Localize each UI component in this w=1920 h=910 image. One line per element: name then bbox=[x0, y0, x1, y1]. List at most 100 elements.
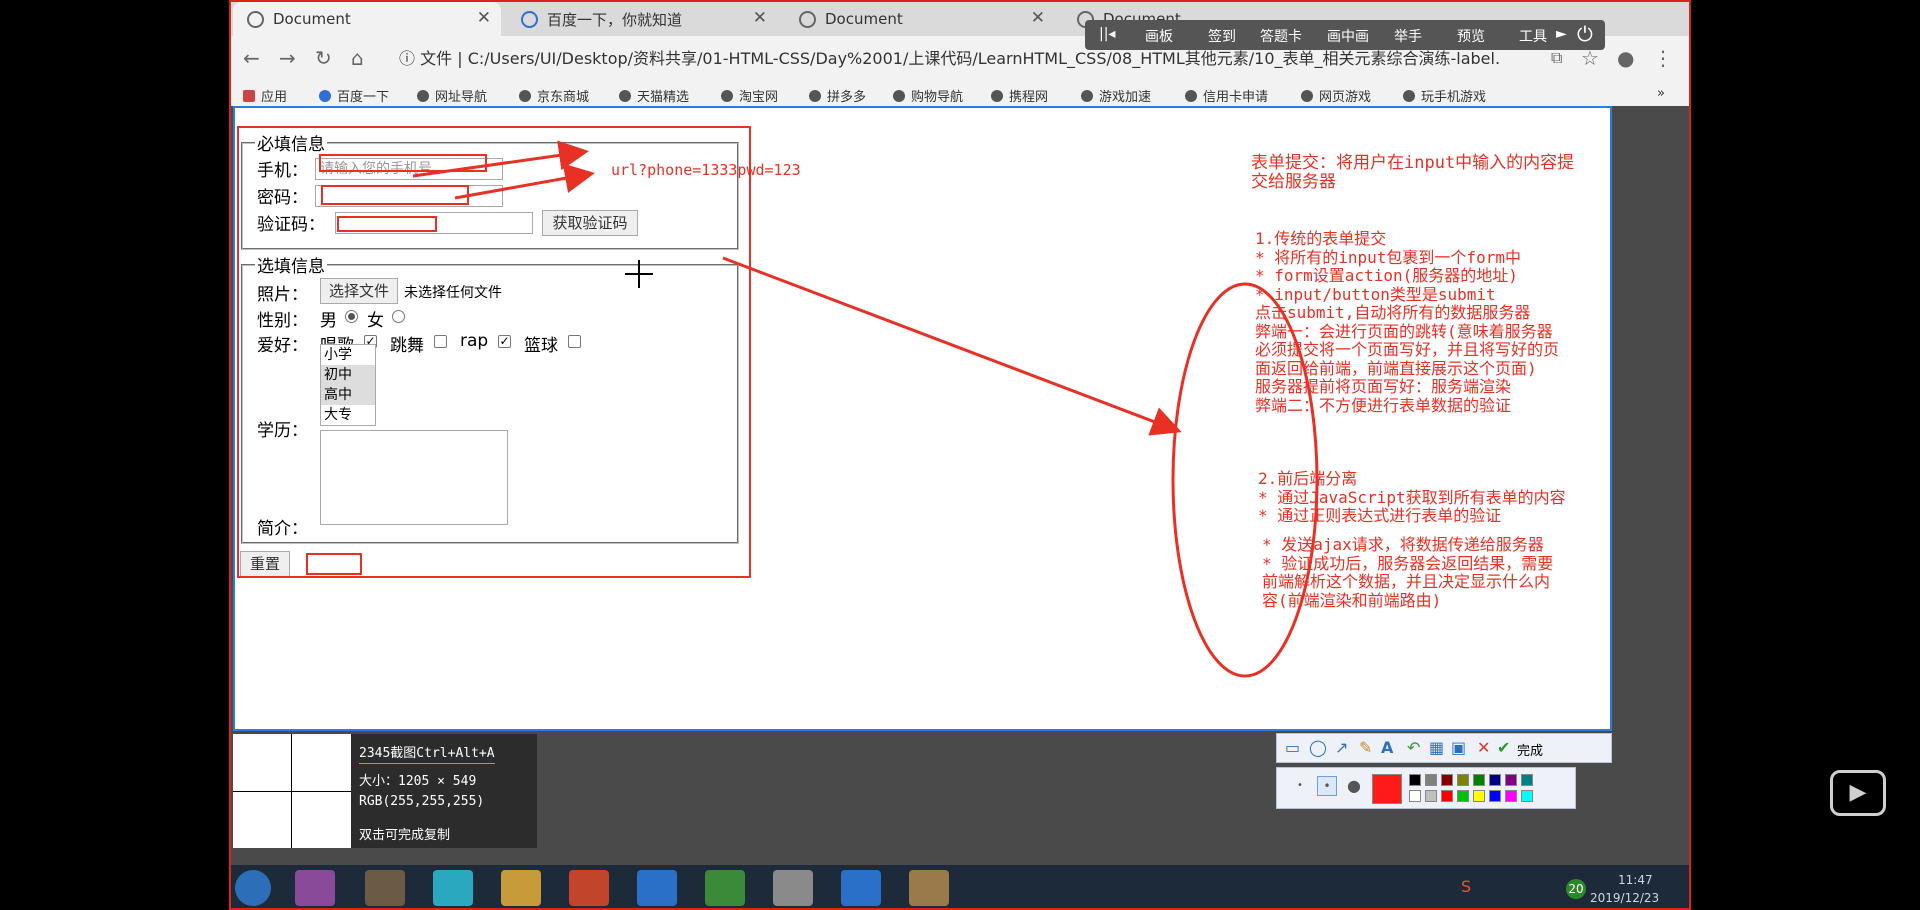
rectangle-icon[interactable]: ▭ bbox=[1285, 738, 1300, 757]
vscode-icon[interactable] bbox=[637, 870, 677, 906]
current-color-swatch[interactable] bbox=[1372, 774, 1402, 804]
bookmark-item[interactable]: 天猫精选 bbox=[619, 86, 689, 105]
bookmark-item[interactable]: 信用卡申请 bbox=[1185, 86, 1268, 105]
note-line: 点击submit,自动将所有的数据服务器 bbox=[1255, 303, 1531, 322]
toolbar-item[interactable]: 工具 bbox=[1519, 26, 1547, 46]
color-swatch[interactable] bbox=[1441, 774, 1453, 786]
note-section-2: 2.前后端分离 * 通过JavaScript获取到所有表单的内容 * 通过正则表… bbox=[1258, 469, 1566, 526]
toolbar-item[interactable]: 签到 bbox=[1208, 26, 1236, 46]
text-icon[interactable]: A bbox=[1381, 738, 1393, 757]
arrow-icon[interactable]: ↗ bbox=[1335, 738, 1348, 757]
bookmark-item[interactable]: 淘宝网 bbox=[721, 86, 778, 105]
color-swatch[interactable] bbox=[1409, 790, 1421, 802]
typora-icon[interactable] bbox=[773, 870, 813, 906]
note-line: 服务器提前将页面写好：服务端渲染 bbox=[1255, 377, 1512, 396]
bookmarks-bar: 应用 百度一下 网址导航 京东商城 天猫精选 淘宝网 拼多多 购物导航 携程网 … bbox=[229, 82, 1691, 106]
globe-icon bbox=[1081, 89, 1093, 102]
tab-document-1[interactable]: Document ✕ bbox=[233, 2, 501, 36]
magnifier bbox=[233, 734, 351, 848]
mosaic-icon[interactable]: ▦ bbox=[1429, 738, 1444, 757]
start-icon[interactable] bbox=[235, 870, 271, 906]
ellipse-icon[interactable]: ◯ bbox=[1309, 738, 1327, 757]
folder-icon[interactable] bbox=[501, 870, 541, 906]
capture-info-panel: 2345截图Ctrl+Alt+A 大小：1205 × 549 RGB(255,2… bbox=[233, 734, 537, 848]
cancel-icon[interactable]: ✕ bbox=[1477, 738, 1490, 757]
arrow-to-circle bbox=[722, 256, 1182, 436]
brush-icon[interactable]: ✎ bbox=[1359, 738, 1372, 757]
app-icon[interactable] bbox=[909, 870, 949, 906]
bookmark-item[interactable]: 游戏加速 bbox=[1081, 86, 1151, 105]
toolbar-item[interactable]: 画中画 bbox=[1327, 26, 1369, 46]
color-swatch[interactable] bbox=[1505, 790, 1517, 802]
play-icon[interactable]: ► bbox=[1556, 26, 1567, 42]
menu-icon[interactable]: ⋮ bbox=[1653, 46, 1673, 70]
bookmark-item[interactable]: 拼多多 bbox=[809, 86, 866, 105]
bilibili-tv-icon[interactable]: ▶ bbox=[1830, 770, 1886, 816]
home-icon[interactable]: ⌂ bbox=[351, 46, 364, 70]
toolbar-item[interactable]: 举手 bbox=[1394, 26, 1422, 46]
color-swatch[interactable] bbox=[1521, 774, 1533, 786]
tab-document-2[interactable]: Document ✕ bbox=[785, 2, 1055, 36]
tray-s-icon[interactable]: S bbox=[1461, 877, 1471, 896]
app-icon[interactable] bbox=[295, 870, 335, 906]
bookmark-item[interactable]: 购物导航 bbox=[893, 86, 963, 105]
tab-baidu[interactable]: 百度一下，你就知道 ✕ bbox=[507, 2, 777, 36]
close-icon[interactable]: ✕ bbox=[477, 8, 491, 28]
check-icon[interactable]: ✔ bbox=[1497, 738, 1510, 757]
done-button[interactable]: 完成 bbox=[1517, 740, 1543, 759]
color-swatch[interactable] bbox=[1473, 774, 1485, 786]
note-line: 弊端二：不方便进行表单数据的验证 bbox=[1255, 395, 1512, 415]
size-small-icon[interactable]: • bbox=[1297, 780, 1303, 791]
color-swatch[interactable] bbox=[1425, 774, 1437, 786]
close-icon[interactable]: ✕ bbox=[753, 8, 767, 28]
color-swatch[interactable] bbox=[1505, 774, 1517, 786]
size-medium-icon[interactable]: • bbox=[1317, 776, 1337, 796]
tray-badge[interactable]: 20 bbox=[1566, 879, 1586, 899]
note-line: 2.前后端分离 bbox=[1258, 469, 1358, 488]
power-icon[interactable]: ⏻ bbox=[1577, 22, 1593, 46]
toolbar-item[interactable]: 预览 bbox=[1457, 26, 1485, 46]
color-swatch[interactable] bbox=[1457, 790, 1469, 802]
forward-icon[interactable]: → bbox=[279, 46, 296, 70]
color-swatch[interactable] bbox=[1473, 790, 1485, 802]
bookmark-item[interactable]: 网址导航 bbox=[417, 86, 487, 105]
bookmark-label: 携程网 bbox=[1009, 90, 1049, 105]
save-page-icon[interactable]: ⧉ bbox=[1551, 48, 1562, 68]
close-icon[interactable]: ✕ bbox=[1031, 8, 1045, 28]
toolbar-item[interactable]: 答题卡 bbox=[1260, 26, 1302, 46]
save-icon[interactable]: ▣ bbox=[1451, 738, 1466, 757]
color-swatch[interactable] bbox=[1409, 774, 1421, 786]
bookmark-label: 京东商城 bbox=[537, 90, 590, 105]
app-icon[interactable] bbox=[433, 870, 473, 906]
bookmark-item[interactable]: 京东商城 bbox=[519, 86, 589, 105]
color-swatch[interactable] bbox=[1521, 790, 1533, 802]
vscode-icon[interactable] bbox=[841, 870, 881, 906]
arrow-phone bbox=[412, 140, 589, 178]
bookmark-item[interactable]: 网页游戏 bbox=[1301, 86, 1371, 105]
bookmark-item[interactable]: 携程网 bbox=[991, 86, 1048, 105]
size-large-icon[interactable]: ● bbox=[1347, 776, 1361, 795]
bookmark-item[interactable]: 玩手机游戏 bbox=[1403, 86, 1486, 105]
color-swatch[interactable] bbox=[1489, 790, 1501, 802]
toolbar-item[interactable]: 画板 bbox=[1145, 26, 1173, 46]
powerpoint-icon[interactable] bbox=[569, 870, 609, 906]
color-swatch[interactable] bbox=[1425, 790, 1437, 802]
color-swatch[interactable] bbox=[1457, 774, 1469, 786]
globe-icon bbox=[247, 11, 264, 28]
chrome-icon[interactable] bbox=[705, 870, 745, 906]
more-bookmarks-icon[interactable]: » bbox=[1657, 86, 1665, 101]
account-icon[interactable]: ● bbox=[1617, 46, 1634, 70]
bookmark-item[interactable]: 百度一下 bbox=[319, 86, 389, 105]
arrow-password bbox=[454, 163, 595, 200]
bookmark-apps[interactable]: 应用 bbox=[243, 86, 287, 105]
bookmark-label: 百度一下 bbox=[337, 90, 390, 105]
reload-icon[interactable]: ↻ bbox=[315, 46, 332, 70]
color-swatch[interactable] bbox=[1441, 790, 1453, 802]
color-swatch[interactable] bbox=[1489, 774, 1501, 786]
note-line: 交给服务器 bbox=[1251, 172, 1336, 192]
undo-icon[interactable]: ↶ bbox=[1407, 738, 1420, 757]
back-icon[interactable]: ← bbox=[243, 46, 260, 70]
globe-icon bbox=[799, 11, 816, 28]
app-icon[interactable] bbox=[365, 870, 405, 906]
annotation-drawings bbox=[412, 140, 1319, 678]
